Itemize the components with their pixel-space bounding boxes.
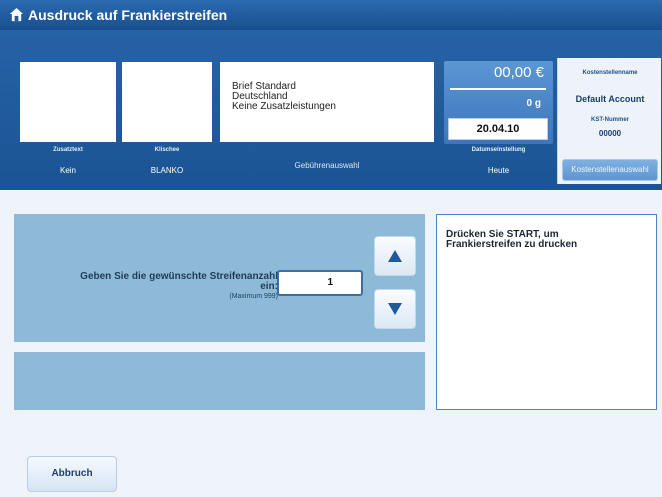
count-label-line: Geben Sie die gewünschte Streifenanzahl [80, 271, 278, 282]
account-select-button[interactable]: Kostenstellenauswahl [562, 159, 658, 181]
klischee-value: BLANKO [150, 166, 184, 175]
service-line: Keine Zusatzleistungen [232, 101, 336, 112]
arrow-up-icon [388, 250, 402, 262]
count-label-line: ein: [260, 281, 278, 292]
count-label: Geben Sie die gewünschte Streifenanzahl … [14, 272, 278, 292]
zusatztext-label: Zusatztext [53, 147, 83, 153]
account-name: Default Account [575, 94, 645, 104]
count-input[interactable]: 1 [277, 270, 363, 296]
price-amount: 00,00 € [493, 64, 544, 81]
decrease-button[interactable] [374, 289, 416, 329]
account-panel: Kostenstellenname Default Account KST-Nu… [557, 58, 661, 184]
window-title: Ausdruck auf Frankierstreifen [28, 7, 228, 23]
price-divider [450, 88, 546, 90]
zusatztext-value: Kein [59, 166, 76, 175]
arrow-down-icon [388, 303, 402, 315]
zusatztext-preview[interactable] [20, 62, 116, 142]
info-panel [14, 352, 425, 410]
gebuehren-label: Gebührenauswahl [294, 161, 360, 170]
instruction-message: Drücken Sie START, um Frankierstreifen z… [436, 214, 657, 410]
count-panel: Geben Sie die gewünschte Streifenanzahl … [14, 214, 425, 342]
increase-button[interactable] [374, 236, 416, 276]
datum-value: Heute [487, 166, 510, 175]
klischee-label: Klischee [154, 147, 180, 153]
account-name-label: Kostenstellenname [582, 70, 638, 76]
klischee-preview[interactable] [122, 62, 212, 142]
weight-value: 0 g [526, 98, 541, 109]
message-line: Frankierstreifen zu drucken [446, 239, 578, 250]
datum-label: Datumseinstellung [471, 147, 526, 153]
account-number-label: KST-Nummer [590, 117, 629, 123]
account-number: 00000 [598, 129, 622, 138]
cancel-button[interactable]: Abbruch [27, 456, 117, 492]
count-hint: (Maximum 999) [229, 293, 278, 300]
home-icon [9, 7, 24, 22]
service-description: Brief Standard Deutschland Keine Zusatzl… [232, 82, 336, 112]
title-bar: Ausdruck auf Frankierstreifen [0, 0, 662, 30]
date-display[interactable]: 20.04.10 [448, 118, 548, 140]
